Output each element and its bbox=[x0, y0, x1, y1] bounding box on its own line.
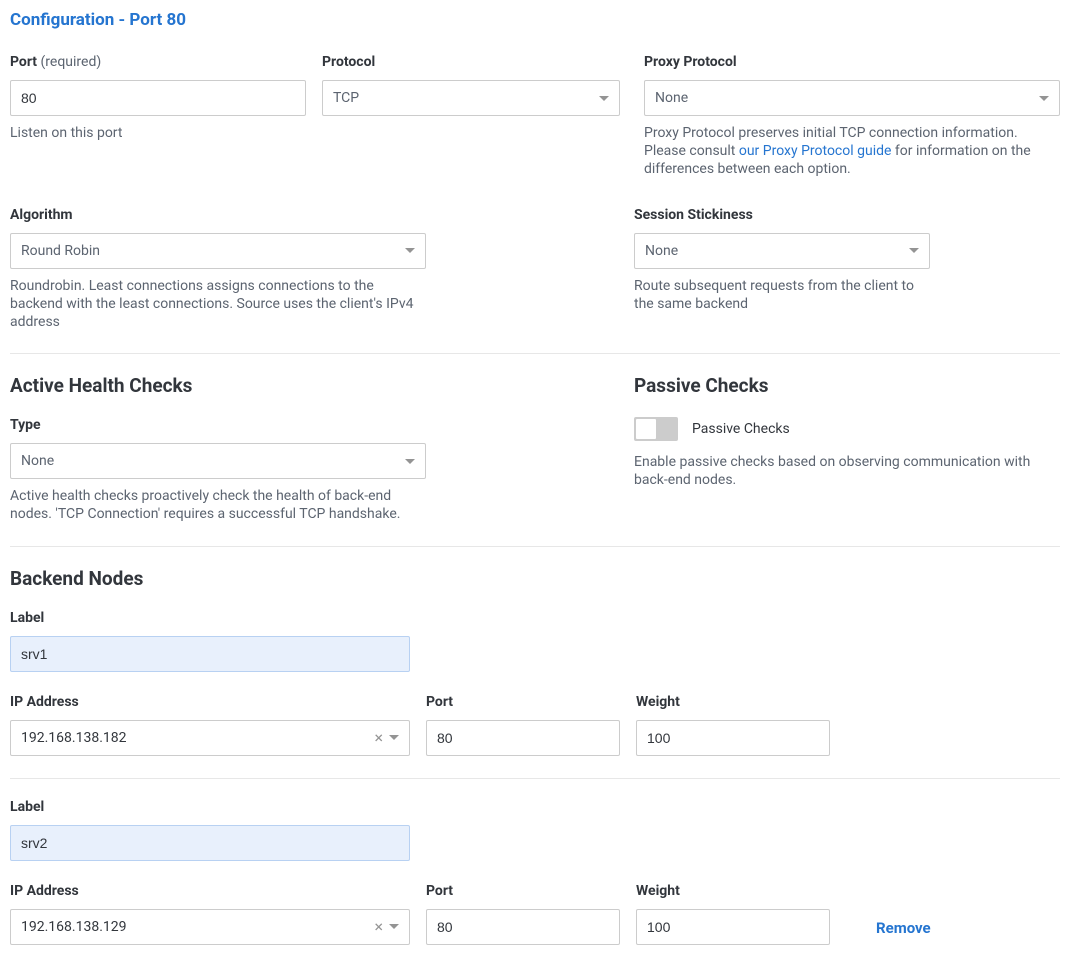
session-stickiness-label: Session Stickiness bbox=[634, 207, 930, 223]
node-ip-select[interactable]: 192.168.138.129 × bbox=[10, 909, 410, 945]
remove-node-button[interactable]: Remove bbox=[876, 919, 931, 945]
node-weight-input[interactable] bbox=[636, 720, 830, 756]
page-title: Configuration - Port 80 bbox=[10, 10, 1060, 30]
clear-icon[interactable]: × bbox=[368, 730, 389, 746]
node-weight-label: Weight bbox=[636, 694, 830, 710]
active-health-type-label: Type bbox=[10, 417, 426, 433]
node-ip-value: 192.168.138.129 bbox=[21, 919, 368, 935]
chevron-down-icon bbox=[599, 96, 609, 101]
passive-checks-toggle[interactable] bbox=[634, 417, 678, 441]
node-label-label: Label bbox=[10, 610, 410, 626]
chevron-down-icon bbox=[405, 248, 415, 253]
divider bbox=[10, 353, 1060, 354]
backend-node: Label IP Address 192.168.138.182 × Port … bbox=[10, 610, 1060, 756]
toggle-knob bbox=[636, 419, 656, 439]
node-label-label: Label bbox=[10, 799, 410, 815]
node-port-label: Port bbox=[426, 883, 620, 899]
clear-icon[interactable]: × bbox=[368, 919, 389, 935]
algorithm-label: Algorithm bbox=[10, 207, 426, 223]
node-port-input[interactable] bbox=[426, 720, 620, 756]
active-health-title: Active Health Checks bbox=[10, 374, 634, 397]
algorithm-select[interactable]: Round Robin bbox=[10, 233, 426, 269]
proxy-protocol-guide-link[interactable]: our Proxy Protocol guide bbox=[739, 143, 892, 159]
protocol-select[interactable]: TCP bbox=[322, 80, 620, 116]
node-ip-label: IP Address bbox=[10, 883, 410, 899]
node-ip-label: IP Address bbox=[10, 694, 410, 710]
backend-nodes-title: Backend Nodes bbox=[10, 567, 1060, 590]
passive-checks-helper: Enable passive checks based on observing… bbox=[634, 453, 1034, 489]
port-helper: Listen on this port bbox=[10, 124, 306, 142]
node-port-input[interactable] bbox=[426, 909, 620, 945]
node-label-input[interactable] bbox=[10, 636, 410, 672]
active-health-type-select[interactable]: None bbox=[10, 443, 426, 479]
port-label: Port (required) bbox=[10, 54, 306, 70]
protocol-label: Protocol bbox=[322, 54, 620, 70]
active-health-helper: Active health checks proactively check t… bbox=[10, 487, 410, 523]
session-stickiness-helper: Route subsequent requests from the clien… bbox=[634, 277, 914, 313]
proxy-protocol-helper: Proxy Protocol preserves initial TCP con… bbox=[644, 124, 1060, 179]
chevron-down-icon bbox=[909, 248, 919, 253]
chevron-down-icon bbox=[1039, 96, 1049, 101]
passive-checks-title: Passive Checks bbox=[634, 374, 1050, 397]
chevron-down-icon bbox=[389, 924, 399, 929]
backend-node: Label IP Address 192.168.138.129 × Port … bbox=[10, 799, 1060, 945]
node-label-input[interactable] bbox=[10, 825, 410, 861]
chevron-down-icon bbox=[405, 459, 415, 464]
node-ip-value: 192.168.138.182 bbox=[21, 730, 368, 746]
proxy-protocol-label: Proxy Protocol bbox=[644, 54, 1060, 70]
divider bbox=[10, 778, 1060, 779]
node-weight-input[interactable] bbox=[636, 909, 830, 945]
node-weight-label: Weight bbox=[636, 883, 830, 899]
port-input[interactable] bbox=[10, 80, 306, 116]
algorithm-helper: Roundrobin. Least connections assigns co… bbox=[10, 277, 420, 332]
chevron-down-icon bbox=[389, 735, 399, 740]
node-port-label: Port bbox=[426, 694, 620, 710]
passive-checks-toggle-label: Passive Checks bbox=[692, 421, 790, 437]
divider bbox=[10, 546, 1060, 547]
node-ip-select[interactable]: 192.168.138.182 × bbox=[10, 720, 410, 756]
session-stickiness-select[interactable]: None bbox=[634, 233, 930, 269]
proxy-protocol-select[interactable]: None bbox=[644, 80, 1060, 116]
